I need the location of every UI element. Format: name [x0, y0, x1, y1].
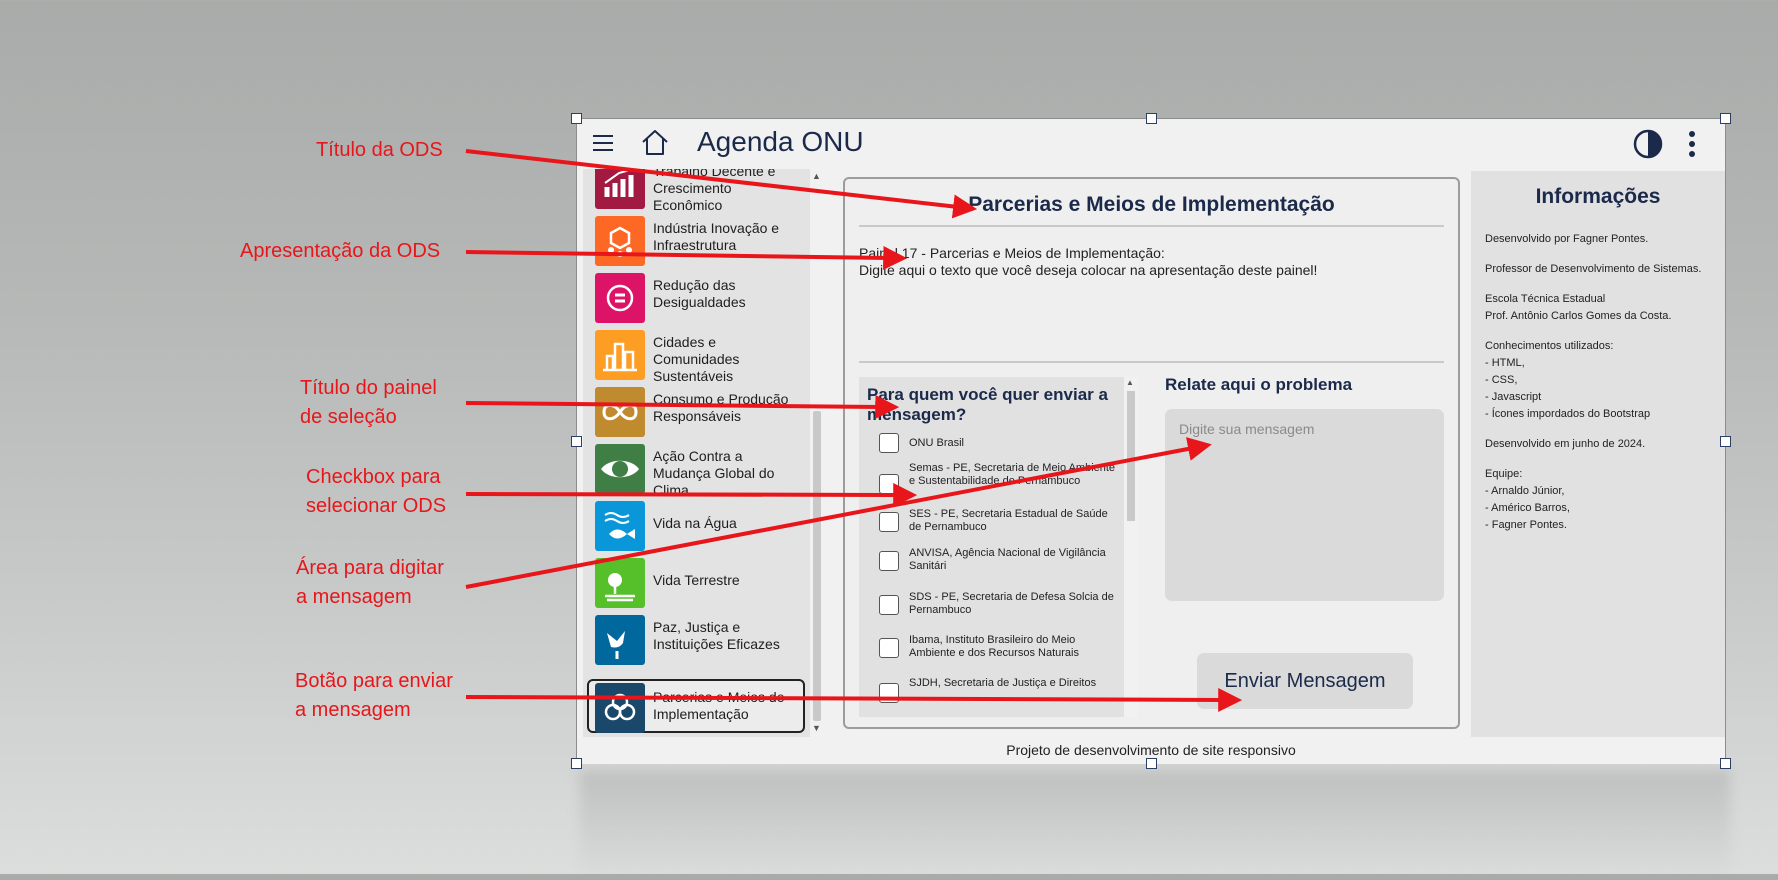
arrow-titulo-painel	[465, 394, 900, 419]
arrow-titulo-ods	[465, 149, 978, 219]
arrow-checkbox	[465, 482, 918, 507]
arrow-apresentacao-ods	[465, 245, 908, 270]
arrow-botao-enviar	[465, 687, 1243, 712]
arrow-area-mensagem	[465, 437, 1212, 589]
annotation-arrows	[465, 149, 1243, 712]
